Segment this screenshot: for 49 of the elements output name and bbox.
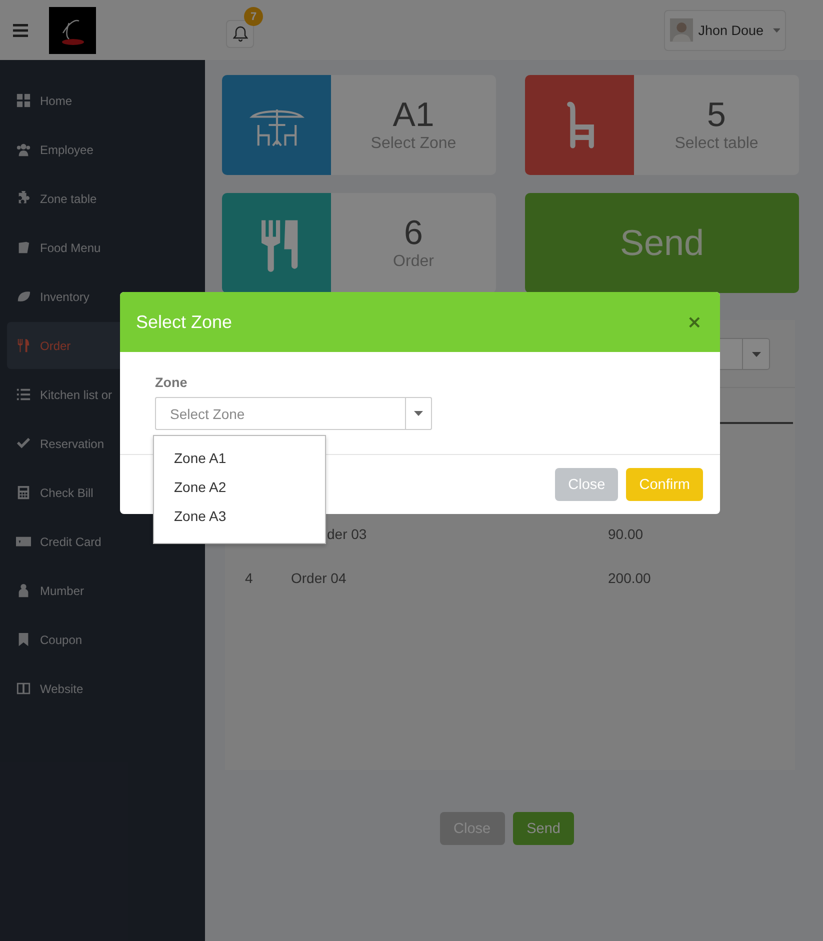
table-cell-text: Order 04 — [291, 570, 348, 586]
fork-knife-icon — [16, 338, 31, 353]
avatar-icon — [670, 16, 694, 44]
dropdown-option[interactable]: Zone A3 — [154, 501, 325, 530]
sidebar-item[interactable]: Food Menu — [7, 224, 205, 271]
table-cell: 200.00 — [608, 570, 651, 586]
logo-icon[interactable] — [49, 6, 96, 54]
user-name: Jhon Doue — [698, 22, 764, 38]
dropdown-option[interactable]: Zone A2 — [154, 472, 325, 501]
field-label: Zone — [155, 375, 188, 390]
sidebar-item[interactable]: Website — [7, 665, 205, 712]
person-icon — [16, 583, 31, 598]
columns-icon — [16, 681, 31, 696]
sidebar-item[interactable]: Coupon — [7, 616, 205, 663]
tile-value: A1 — [392, 97, 434, 135]
menu-icon[interactable] — [13, 24, 28, 36]
table-cell-text: der 03 — [326, 526, 368, 542]
sidebar-item[interactable]: Employee — [7, 126, 205, 173]
send-tile-button[interactable]: Send — [525, 193, 799, 293]
puzzle-icon — [16, 191, 31, 206]
sidebar-item[interactable]: Mumber — [7, 567, 205, 614]
tile-value: 6 — [404, 215, 423, 253]
close-button[interactable]: × — [686, 312, 702, 332]
check-icon — [16, 436, 31, 451]
table-cell: 90.00 — [608, 526, 644, 542]
user-menu[interactable]: Jhon Doue — [664, 10, 786, 50]
table-cell-text: 4 — [245, 570, 254, 586]
sidebar-item[interactable]: Home — [7, 77, 205, 124]
bookmark-icon — [16, 632, 31, 647]
leaf-icon — [16, 289, 31, 304]
caret-icon — [772, 28, 780, 32]
people-icon — [16, 142, 31, 157]
bell-icon — [232, 26, 248, 42]
caret-icon — [752, 352, 760, 356]
confirm-button[interactable]: Confirm — [626, 468, 703, 501]
grid-icon — [16, 93, 31, 108]
calculator-icon — [16, 485, 31, 500]
close-button[interactable]: Close — [555, 468, 618, 501]
dropdown-option[interactable]: Zone A1 — [154, 443, 325, 472]
zone-select[interactable]: Select Zone — [155, 397, 432, 430]
send-button[interactable]: Send — [512, 812, 574, 845]
card-icon — [16, 534, 31, 549]
list-icon — [16, 387, 31, 402]
notification-badge: 7 — [244, 7, 263, 26]
notification-button[interactable] — [226, 20, 254, 48]
tile-value: 5 — [707, 97, 726, 135]
book-icon — [16, 240, 31, 255]
caret-icon — [414, 411, 423, 416]
sidebar-item[interactable]: Zone table — [7, 175, 205, 222]
